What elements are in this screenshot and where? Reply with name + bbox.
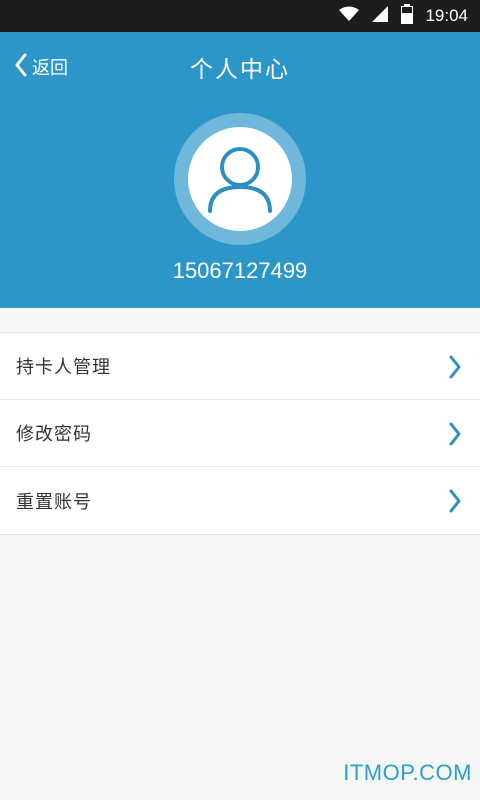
menu-item-label: 重置账号 xyxy=(16,491,92,513)
menu-item-cardholder-management[interactable]: 持卡人管理 xyxy=(0,333,480,400)
menu-item-reset-account[interactable]: 重置账号 xyxy=(0,467,480,534)
menu-item-label: 持卡人管理 xyxy=(16,357,111,378)
status-time: 19:04 xyxy=(425,6,468,25)
phone-number: 15067127499 xyxy=(172,258,308,283)
chevron-right-icon xyxy=(448,355,462,379)
user-icon xyxy=(188,147,292,235)
watermark: ITMOP.COM xyxy=(343,760,472,785)
chevron-right-icon xyxy=(448,422,462,446)
status-bar: 19:04 xyxy=(0,0,480,32)
wifi-icon xyxy=(339,6,360,26)
avatar[interactable] xyxy=(188,127,292,231)
menu-item-label: 修改密码 xyxy=(16,424,92,445)
status-icons: 19:04 xyxy=(339,0,468,32)
cell-signal-icon xyxy=(371,5,389,27)
settings-menu: 持卡人管理 修改密码 重置账号 xyxy=(0,332,480,535)
menu-item-change-password[interactable]: 修改密码 xyxy=(0,400,480,467)
chevron-right-icon xyxy=(448,489,462,513)
page-title: 个人中心 xyxy=(190,57,290,83)
profile-header: 返回 个人中心 15067127499 xyxy=(0,32,480,308)
battery-icon xyxy=(401,4,414,28)
avatar-ring xyxy=(174,113,306,245)
